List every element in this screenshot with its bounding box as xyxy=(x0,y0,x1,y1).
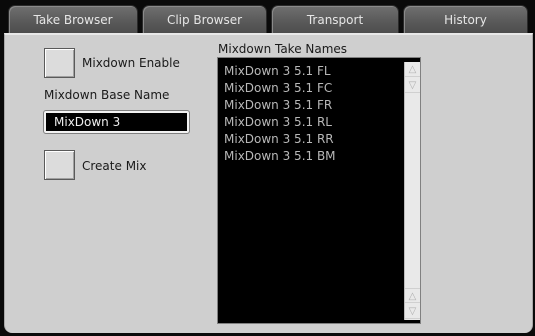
mixdown-enable-label: Mixdown Enable xyxy=(82,56,180,70)
tab-bar: Take Browser Clip Browser Transport Hist… xyxy=(8,3,530,33)
list-item[interactable]: MixDown 3 5.1 RR xyxy=(224,132,334,146)
scroll-down-arrow-icon[interactable]: ▽ xyxy=(405,304,420,319)
mixdown-enable-button[interactable] xyxy=(44,48,75,78)
mixdown-take-names-label: Mixdown Take Names xyxy=(218,42,348,56)
mixdown-base-name-input[interactable]: MixDown 3 xyxy=(43,110,190,134)
take-names-list[interactable]: MixDown 3 5.1 FL MixDown 3 5.1 FC MixDow… xyxy=(217,57,421,324)
create-mix-button[interactable] xyxy=(44,150,75,180)
tab-take-browser[interactable]: Take Browser xyxy=(8,5,138,33)
scroll-up-arrow-icon[interactable]: △ xyxy=(405,288,420,303)
list-scrollbar[interactable]: △ ▽ △ ▽ xyxy=(404,62,420,320)
tab-transport[interactable]: Transport xyxy=(271,5,399,33)
list-item[interactable]: MixDown 3 5.1 BM xyxy=(224,149,336,163)
list-item[interactable]: MixDown 3 5.1 FR xyxy=(224,98,332,112)
scroll-up-arrow-icon[interactable]: △ xyxy=(405,62,420,77)
scroll-down-arrow-icon[interactable]: ▽ xyxy=(405,78,420,93)
tab-clip-browser[interactable]: Clip Browser xyxy=(142,5,267,33)
create-mix-label: Create Mix xyxy=(82,159,147,173)
tab-history[interactable]: History xyxy=(403,5,528,33)
list-item[interactable]: MixDown 3 5.1 RL xyxy=(224,115,332,129)
list-item[interactable]: MixDown 3 5.1 FC xyxy=(224,81,332,95)
list-item[interactable]: MixDown 3 5.1 FL xyxy=(224,64,331,78)
mixdown-base-name-label: Mixdown Base Name xyxy=(44,88,170,102)
